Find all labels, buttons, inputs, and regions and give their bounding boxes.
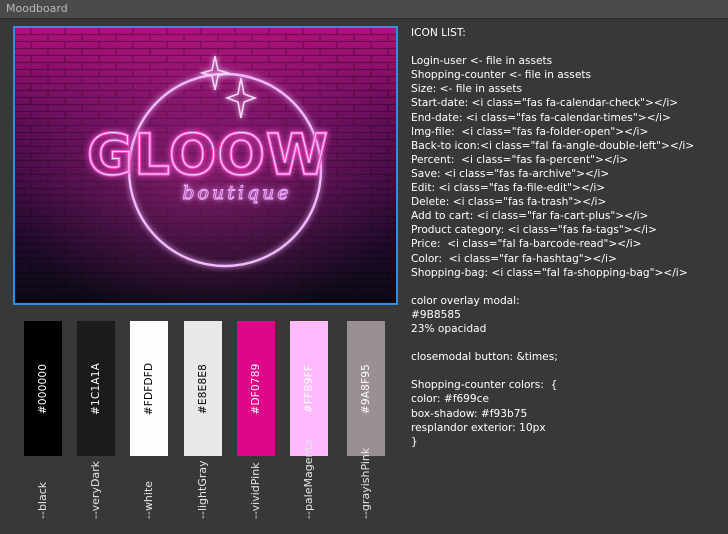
swatch-hex-label: #DF0789 — [250, 362, 262, 415]
window-title: Moodboard — [6, 2, 68, 15]
note-line: resplandor exterior: 10px — [411, 421, 546, 434]
swatch-hex-label: #9A8F95 — [360, 363, 372, 414]
swatch-var-label: --veryDark — [89, 460, 102, 519]
note-line: End-date: <i class="fas fa-calendar-time… — [411, 111, 671, 124]
swatch-var-label: --lightGray — [196, 460, 209, 519]
swatch-vividPink[interactable]: #DF0789 — [237, 321, 275, 456]
swatch-paleMagenta[interactable]: #FFB9FF — [290, 321, 328, 456]
note-line: Save: <i class="fas fa-archive"></i> — [411, 167, 610, 180]
note-line: ICON LIST: — [411, 27, 466, 39]
note-line: Shopping-counter <- file in assets — [411, 69, 592, 82]
neon-sign-image: GLOOW GLOOW boutique — [15, 28, 396, 303]
swatch-hex-label: #FDFDFD — [143, 362, 155, 415]
note-line: Back-to icon:<i class="fal fa-angle-doub… — [411, 139, 695, 152]
swatch-hex-label: #E8E8E8 — [197, 363, 209, 414]
icon-list-notes: ICON LIST: Login-user <- file in assets S… — [411, 26, 723, 449]
note-line: Login-user <- file in assets — [411, 55, 553, 68]
note-line: 23% opacidad — [411, 322, 487, 335]
note-line: Img-file: <i class="fas fa-folder-open">… — [411, 125, 649, 138]
note-line: Size: <- file in assets — [411, 83, 522, 96]
note-line: Add to cart: <i class="far fa-cart-plus"… — [411, 210, 649, 223]
swatch-hex-label: #000000 — [37, 363, 49, 414]
note-line: } — [411, 435, 418, 448]
swatch-var-label: --grayishPink — [359, 447, 372, 519]
note-line: Delete: <i class="fas fa-trash"></i> — [411, 196, 607, 209]
note-line: #9B8585 — [411, 308, 461, 321]
note-line: Start-date: <i class="fas fa-calendar-ch… — [411, 97, 679, 110]
note-line: color overlay modal: — [411, 294, 520, 307]
swatch-veryDark[interactable]: #1C1A1A — [77, 321, 115, 456]
swatch-var-label: --black — [36, 481, 49, 519]
note-line: color: #f699ce — [411, 393, 490, 406]
swatch-var-label: --paleMagenta — [302, 439, 315, 520]
swatch-white[interactable]: #FDFDFD — [130, 321, 168, 456]
swatch-black[interactable]: #000000 — [24, 321, 62, 456]
note-line: Edit: <i class="fas fa-file-edit"></i> — [411, 182, 606, 195]
neon-sign-artboard[interactable]: GLOOW GLOOW boutique — [13, 26, 398, 305]
note-line: Shopping-bag: <i class="fal fa-shopping-… — [411, 266, 688, 279]
note-line: Color: <i class="far fa-hashtag"></i> — [411, 252, 617, 265]
note-line: Product category: <i class="fas fa-tags"… — [411, 224, 657, 237]
swatch-var-label: --white — [142, 480, 155, 519]
note-line: Price: <i class="fal fa-barcode-read"></… — [411, 238, 642, 251]
note-line: box-shadow: #f93b75 — [411, 407, 528, 420]
swatch-hex-label: #FFB9FF — [303, 364, 315, 413]
note-line: Percent: <i class="fas fa-percent"></i> — [411, 153, 629, 166]
swatch-lightGray[interactable]: #E8E8E8 — [184, 321, 222, 456]
logo-sub-text: boutique — [182, 182, 291, 204]
note-line: closemodal button: &times; — [411, 351, 558, 364]
swatch-var-label: --vividPink — [249, 462, 262, 519]
note-line: Shopping-counter colors: { — [411, 379, 558, 392]
window-titlebar: Moodboard — [0, 0, 728, 19]
svg-text:GLOOW: GLOOW — [87, 123, 329, 188]
swatch-hex-label: #1C1A1A — [90, 362, 102, 415]
swatch-grayishPink[interactable]: #9A8F95 — [347, 321, 385, 456]
